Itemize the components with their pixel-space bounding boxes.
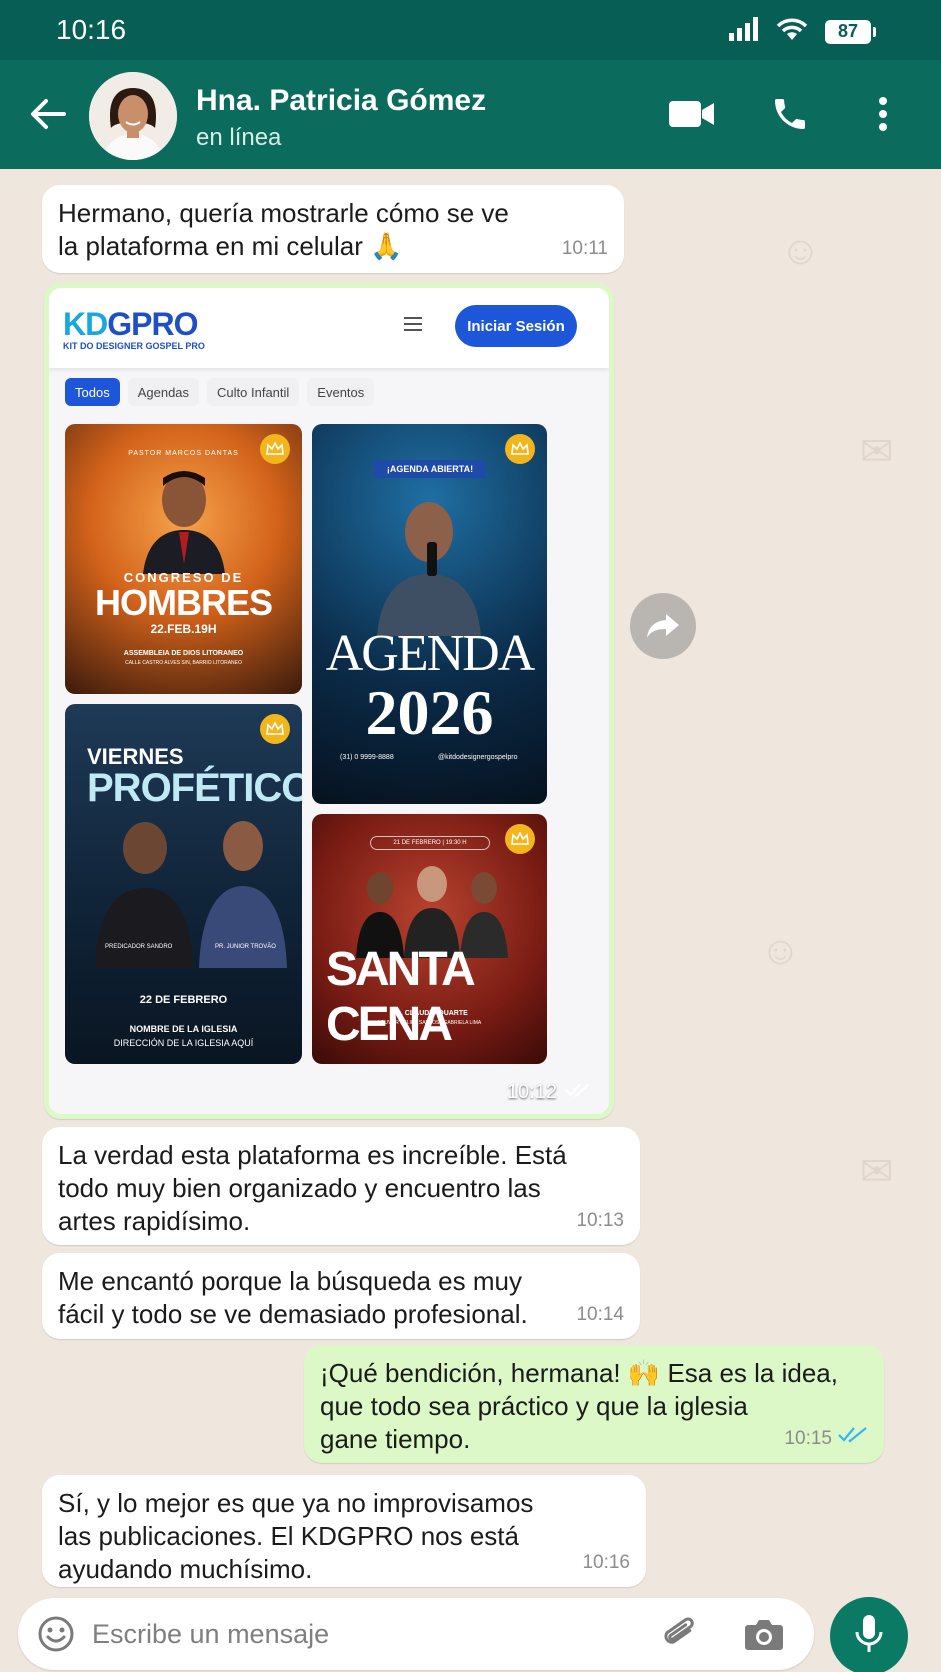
- message-composer: [18, 1598, 814, 1670]
- wallpaper-doodle: ✉: [860, 430, 894, 474]
- shared-screenshot[interactable]: KDGPRO KIT DO DESIGNER GOSPEL PRO Inicia…: [49, 288, 609, 1114]
- poster-portrait: [139, 464, 229, 574]
- wifi-icon: [775, 16, 809, 47]
- status-bar: 10:16 87: [0, 0, 941, 60]
- back-arrow-icon[interactable]: [24, 90, 72, 138]
- image-message[interactable]: KDGPRO KIT DO DESIGNER GOSPEL PRO Inicia…: [44, 283, 614, 1119]
- more-vert-icon[interactable]: [855, 86, 911, 142]
- logo-main: KDGPRO: [63, 306, 205, 343]
- poster-pastor: PR. CLÁUDIO DUARTE: [391, 1010, 468, 1017]
- message-time-text: 10:13: [576, 1210, 624, 1231]
- wallpaper-doodle: ✉: [860, 1150, 894, 1194]
- poster-address: DIRECCIÓN DE LA IGLESIA AQUÍ: [113, 1038, 254, 1048]
- contact-status: en línea: [196, 124, 282, 151]
- crown-icon: [505, 434, 535, 464]
- double-check-icon: [565, 1081, 591, 1104]
- message-input[interactable]: [92, 1612, 652, 1656]
- camera-icon[interactable]: [742, 1612, 786, 1656]
- wallpaper-doodle: ☺: [780, 229, 821, 273]
- poster-congreso-hombres: PASTOR MARCOS DANTAS CONGRESO DE HOMBRES…: [65, 424, 302, 694]
- kdgpro-logo: KDGPRO KIT DO DESIGNER GOSPEL PRO: [63, 306, 205, 351]
- message-time-text: 10:14: [576, 1304, 624, 1325]
- tab-eventos: Eventos: [307, 378, 375, 406]
- poster-title: PROFÉTICO: [87, 766, 302, 810]
- poster-handle: @kitdodesignergospelpro: [438, 754, 518, 761]
- message-time: 10:14: [576, 1298, 624, 1331]
- incoming-message[interactable]: La verdad esta plataforma es increíble. …: [42, 1127, 640, 1245]
- poster-church: NOMBRE DE LA IGLESIA: [129, 1024, 238, 1034]
- poster-place: ASSEMBLEIA DE DIOS LITORANEO: [123, 650, 244, 657]
- logo-main-part-2: GPRO: [107, 306, 198, 342]
- double-check-icon: [838, 1422, 868, 1455]
- message-text: La verdad esta plataforma es increíble. …: [58, 1140, 567, 1236]
- outgoing-message[interactable]: ¡Qué bendición, hermana! 🙌 Esa es la ide…: [304, 1345, 884, 1463]
- menu-icon: [404, 316, 422, 332]
- incoming-message[interactable]: Sí, y lo mejor es que ya no improvisamos…: [42, 1475, 646, 1587]
- phone-icon[interactable]: [762, 86, 818, 142]
- poster-agenda-2026: ¡AGENDA ABIERTA! AGENDA 2026 (31) 0 9999…: [312, 424, 547, 804]
- tab-todos: Todos: [65, 378, 120, 406]
- tab-agendas: Agendas: [127, 378, 200, 406]
- logo-main-part-1: KD: [63, 306, 108, 342]
- crown-icon: [260, 714, 290, 744]
- message-text: Me encantó porque la búsqueda es muy fác…: [58, 1266, 528, 1329]
- poster-phone: (31) 0 9999-8888: [340, 754, 394, 761]
- poster-santa-cena: 21 DE FEBRERO | 19:30 H SANTA CENA PR. C…: [312, 814, 547, 1064]
- status-icons: 87: [729, 16, 876, 47]
- wallpaper-doodle: ☺: [760, 929, 801, 973]
- login-button: Iniciar Sesión: [455, 305, 577, 347]
- contact-name[interactable]: Hna. Patricia Gómez: [196, 84, 486, 118]
- poster-title: AGENDA: [325, 625, 536, 682]
- category-tabs: Todos Agendas Culto Infantil Eventos: [65, 378, 375, 406]
- message-time-text: 10:11: [561, 238, 608, 259]
- poster-year: 2026: [365, 677, 494, 748]
- incoming-message[interactable]: Hermano, quería mostrarle cómo se ve la …: [42, 185, 624, 273]
- emoji-icon[interactable]: [34, 1612, 78, 1656]
- message-time: 10:15: [784, 1422, 868, 1455]
- message-time: 10:13: [576, 1204, 624, 1237]
- poster-address: CALLE CASTRO ALVES S/N, BARRIO LITORANEO: [125, 660, 242, 666]
- forward-icon[interactable]: [630, 593, 696, 659]
- poster-date: 22.FEB.19H: [150, 622, 217, 636]
- message-time: 10:11: [562, 232, 608, 265]
- tab-culto-infantil: Culto Infantil: [207, 378, 300, 406]
- message-text: Sí, y lo mejor es que ya no improvisamos…: [58, 1488, 534, 1584]
- crown-icon: [505, 824, 535, 854]
- message-time-text: 10:16: [582, 1552, 630, 1573]
- poster-speaker-2: PR. JUNIOR TROVÃO: [215, 944, 276, 950]
- poster-title: SANTA CENA: [326, 943, 474, 1051]
- attach-icon[interactable]: [658, 1612, 702, 1656]
- message-text: Hermano, quería mostrarle cómo se ve la …: [58, 198, 509, 261]
- status-time: 10:16: [56, 14, 127, 45]
- battery-indicator: 87: [825, 19, 876, 44]
- mic-button[interactable]: [830, 1597, 908, 1672]
- poster-viernes-profetico: VIERNES PROFÉTICO PREDICADOR SANDRO PR. …: [65, 704, 302, 1064]
- poster-title: HOMBRES: [94, 582, 273, 623]
- crown-icon: [260, 434, 290, 464]
- video-call-icon[interactable]: [664, 86, 720, 142]
- message-time-text: 10:12: [506, 1081, 557, 1103]
- poster-singers: LOUVOR FELIPE SANTOS | GABRIELA LIMA: [377, 1020, 482, 1026]
- poster-date: 21 DE FEBRERO | 19:30 H: [370, 836, 490, 850]
- chat-area[interactable]: ☺ ✉ ☺ ✉ Hermano, quería mostrarle cómo s…: [0, 169, 941, 1590]
- logo-sub: KIT DO DESIGNER GOSPEL PRO: [63, 341, 205, 351]
- message-time: 10:12: [507, 1081, 591, 1104]
- message-time-text: 10:15: [784, 1428, 832, 1449]
- poster-date: 22 DE FEBRERO: [139, 994, 228, 1006]
- avatar[interactable]: [89, 72, 177, 160]
- poster-badge: ¡AGENDA ABIERTA!: [374, 460, 486, 478]
- message-time: 10:16: [582, 1546, 630, 1579]
- incoming-message[interactable]: Me encantó porque la búsqueda es muy fác…: [42, 1253, 640, 1339]
- site-header: KDGPRO KIT DO DESIGNER GOSPEL PRO Inicia…: [49, 288, 609, 368]
- signal-icon: [729, 17, 759, 46]
- poster-speaker-1: PREDICADOR SANDRO: [105, 944, 173, 950]
- mic-icon: [854, 1614, 884, 1659]
- chat-header: Hna. Patricia Gómez en línea: [0, 60, 941, 169]
- poster-portrait: [367, 486, 492, 636]
